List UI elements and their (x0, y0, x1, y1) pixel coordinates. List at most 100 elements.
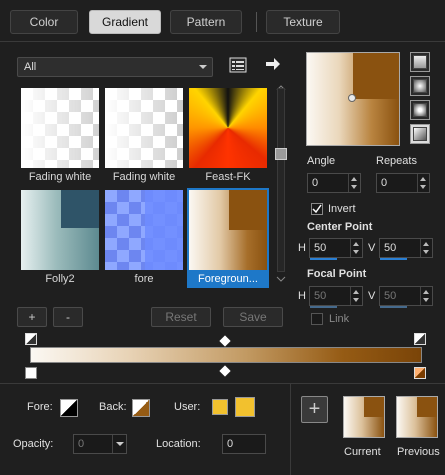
opacity-value: 0 (78, 438, 85, 450)
style-radial-button[interactable] (410, 124, 430, 144)
repeats-spinner[interactable]: 0 (376, 173, 430, 193)
opacity-label: Opacity: (13, 438, 54, 450)
previous-gradient-thumb[interactable] (396, 396, 438, 438)
center-v-label: V (368, 242, 376, 254)
center-h-label: H (298, 242, 306, 254)
focal-h-slider[interactable] (310, 306, 337, 308)
tab-bar: Color Gradient Pattern Texture (0, 0, 445, 42)
gradient-thumb-foreground[interactable]: Foregroun... (187, 188, 269, 288)
center-point-handle[interactable] (348, 94, 356, 102)
tab-pattern[interactable]: Pattern (170, 10, 242, 34)
center-point-title: Center Point (307, 221, 373, 233)
current-gradient-thumb[interactable] (343, 396, 385, 438)
color-midpoint-icon[interactable] (219, 365, 231, 377)
link-label: Link (329, 313, 350, 325)
gradient-thumb-fading-white-2[interactable]: Fading white (103, 86, 185, 186)
style-rectangular-button[interactable] (410, 76, 430, 96)
chevron-down-icon[interactable] (112, 435, 126, 453)
fore-label: Fore: (27, 401, 53, 413)
spinner-arrows-icon[interactable] (350, 287, 362, 305)
chevron-down-icon (199, 65, 207, 69)
scrollbar-thumb[interactable] (275, 148, 287, 160)
gradient-editor-bar[interactable] (30, 347, 422, 363)
reset-button[interactable]: Reset (151, 307, 211, 327)
add-gradient-button[interactable]: + (17, 307, 47, 327)
location-label: Location: (156, 438, 201, 450)
repeats-value: 0 (381, 177, 388, 189)
spinner-arrows-icon[interactable] (417, 174, 429, 192)
gradient-preview (105, 88, 183, 168)
divider (0, 383, 445, 384)
invert-checkbox[interactable] (311, 203, 323, 215)
opacity-spinner[interactable]: 0 (73, 434, 127, 454)
focal-h-value: 50 (314, 290, 327, 302)
gradient-caption: Fading white (28, 171, 92, 183)
user-swatch-small[interactable] (212, 399, 228, 415)
back-opacity-stop-icon[interactable] (414, 333, 426, 345)
fore-swatch[interactable] (60, 399, 78, 417)
style-sunburst-button[interactable] (410, 100, 430, 120)
gradient-caption: Fading white (112, 171, 176, 183)
style-linear-button[interactable] (410, 52, 430, 72)
angle-spinner[interactable]: 0 (307, 173, 361, 193)
tab-separator (256, 12, 257, 32)
tab-gradient[interactable]: Gradient (89, 10, 161, 34)
scroll-down-arrow[interactable] (276, 273, 286, 282)
center-h-slider[interactable] (310, 258, 337, 260)
previous-label: Previous (397, 446, 440, 458)
user-swatch[interactable] (235, 397, 255, 417)
focal-v-slider[interactable] (380, 306, 407, 308)
focal-v-value: 50 (384, 290, 397, 302)
remove-gradient-button[interactable]: - (53, 307, 83, 327)
back-label: Back: (99, 401, 127, 413)
spinner-arrows-icon[interactable] (350, 239, 362, 257)
tab-color[interactable]: Color (10, 10, 78, 34)
category-dropdown-value: All (24, 61, 37, 73)
tab-texture[interactable]: Texture (266, 10, 340, 34)
gradient-preview (21, 190, 99, 270)
gradient-caption: Foregroun... (198, 273, 258, 285)
gradient-list-scrollbar[interactable] (277, 88, 285, 272)
focal-point-title: Focal Point (307, 268, 367, 280)
center-h-value: 50 (314, 242, 327, 254)
center-h-spinner[interactable]: 50 (309, 238, 363, 260)
category-dropdown[interactable]: All (17, 57, 213, 77)
gradient-caption: fore (134, 273, 154, 285)
focal-v-label: V (368, 290, 376, 302)
gradient-preview (189, 190, 267, 270)
gradient-thumb-fading-white-1[interactable]: Fading white (19, 86, 101, 186)
angle-value: 0 (312, 177, 319, 189)
save-button[interactable]: Save (223, 307, 283, 327)
center-v-spinner[interactable]: 50 (379, 238, 433, 260)
gradient-thumb-fore[interactable]: fore (103, 188, 185, 288)
divider (290, 384, 291, 475)
center-v-slider[interactable] (380, 258, 407, 260)
end-color-stop-icon[interactable] (414, 367, 426, 379)
gradient-preview-large[interactable] (306, 52, 400, 146)
focal-h-spinner[interactable]: 50 (309, 286, 363, 308)
spinner-arrows-icon[interactable] (420, 287, 432, 305)
invert-label: Invert (328, 203, 356, 215)
arrow-right-icon[interactable] (265, 57, 281, 71)
gradient-thumb-feast-fk[interactable]: Feast-FK (187, 86, 269, 186)
gradient-library-icon[interactable] (229, 57, 247, 73)
gradient-preview (21, 88, 99, 168)
focal-h-label: H (298, 290, 306, 302)
gradient-preview (189, 88, 267, 168)
repeats-label: Repeats (376, 155, 417, 167)
gradient-caption: Folly2 (45, 273, 75, 285)
fore-opacity-stop-icon[interactable] (25, 333, 37, 345)
add-swatch-button[interactable]: + (301, 396, 328, 423)
link-checkbox[interactable] (311, 313, 323, 325)
location-field[interactable]: 0 (222, 434, 266, 454)
spinner-arrows-icon[interactable] (420, 239, 432, 257)
center-v-value: 50 (384, 242, 397, 254)
angle-label: Angle (307, 155, 336, 167)
opacity-midpoint-icon[interactable] (219, 335, 231, 347)
focal-v-spinner[interactable]: 50 (379, 286, 433, 308)
current-label: Current (344, 446, 381, 458)
gradient-thumb-folly2[interactable]: Folly2 (19, 188, 101, 288)
spinner-arrows-icon[interactable] (348, 174, 360, 192)
back-swatch[interactable] (132, 399, 150, 417)
start-color-stop-icon[interactable] (25, 367, 37, 379)
